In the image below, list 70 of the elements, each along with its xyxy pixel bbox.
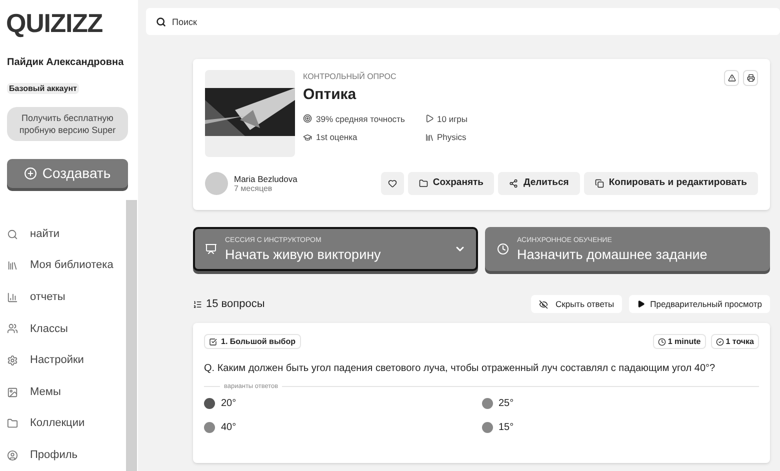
checkbox-icon	[209, 338, 217, 346]
search-icon	[7, 228, 18, 240]
hide-answers-button[interactable]: Скрыть ответы	[531, 295, 622, 313]
search-field[interactable]: Поиск	[146, 8, 780, 35]
nav-item[interactable]: найти	[0, 218, 138, 250]
folder-icon	[7, 418, 18, 430]
folder-icon	[418, 179, 428, 188]
nav-item[interactable]: Моя библиотека	[0, 250, 138, 282]
list-icon	[193, 300, 202, 308]
eye-off-icon	[539, 300, 548, 308]
author-name: Maria Bezludova	[234, 174, 298, 184]
logo: QUIZIZZ	[5, 7, 104, 40]
mode-label: Начать живую викторину	[225, 247, 382, 263]
answer-option: 20°	[204, 396, 482, 411]
image-icon	[7, 386, 18, 398]
books-icon	[425, 133, 434, 142]
question-text: Q. Каким должен быть угол падения светового луча, чтобы отраженный луч составлял с падающим угол 40°?	[204, 362, 716, 376]
plan-badge: Базовый аккаунт	[7, 83, 79, 94]
like-button[interactable]	[380, 172, 404, 195]
warning-icon	[728, 74, 736, 82]
preview-button[interactable]: Предварительный просмотр	[629, 295, 770, 313]
target-icon	[303, 114, 312, 124]
settings-icon	[7, 354, 18, 366]
nav-item[interactable]: Настройки	[0, 344, 138, 376]
nav-item[interactable]: Профиль	[0, 439, 138, 471]
check-icon	[716, 338, 724, 346]
create-button[interactable]: Создавать	[7, 159, 128, 188]
people-icon	[7, 323, 18, 334]
plus-icon	[24, 167, 38, 180]
search-icon	[156, 16, 166, 26]
time-badge: 1 minute	[652, 334, 706, 349]
questions-count: 15 вопросы	[193, 296, 265, 312]
points-badge: 1 точка	[710, 334, 759, 349]
action-button[interactable]: Копировать и редактировать	[584, 172, 758, 195]
answer-option: 15°	[482, 420, 759, 435]
author-age: 7 месяцев	[234, 184, 274, 194]
avatar	[205, 172, 228, 195]
nav-item[interactable]: отчеты	[0, 281, 138, 314]
grade: 1st оценка	[303, 131, 425, 144]
subject: Physics	[425, 131, 468, 144]
print-button[interactable]	[743, 70, 758, 86]
user-name: Пайдик Александровна	[6, 56, 125, 70]
nav-item[interactable]: Классы	[0, 313, 138, 345]
cap-icon	[303, 133, 312, 142]
action-button[interactable]: Сохранять	[408, 172, 494, 195]
quiz-type: КОНТРОЛЬНЫЙ ОПРОС	[303, 71, 396, 83]
accuracy: 39% средняя точность	[303, 112, 425, 126]
copy-icon	[594, 179, 604, 188]
bar-chart-icon	[7, 292, 18, 303]
nav-item[interactable]: Коллекции	[0, 408, 138, 440]
printer-icon	[746, 74, 754, 82]
heart-icon	[388, 179, 397, 188]
clock-icon	[497, 243, 509, 255]
mode-label: Назначить домашнее задание	[517, 247, 708, 263]
question-type: 1. Большой выбор	[204, 334, 300, 349]
play-icon	[637, 300, 646, 308]
books-icon	[7, 260, 18, 272]
trial-button[interactable]: Получить бесплатную пробную версию Super	[7, 107, 128, 141]
user-circle-icon	[7, 450, 18, 461]
play-icon	[425, 114, 434, 124]
plays: 10 игры	[425, 112, 468, 126]
nav-item[interactable]: Мемы	[0, 376, 138, 408]
share-icon	[509, 179, 518, 188]
action-button[interactable]: Делиться	[498, 172, 580, 195]
report-button[interactable]	[724, 70, 739, 86]
answer-option: 25°	[482, 396, 759, 411]
clock-icon	[658, 338, 666, 346]
presentation-icon	[205, 243, 217, 255]
quiz-title: Оптика	[303, 85, 358, 105]
answer-option: 40°	[204, 420, 482, 435]
